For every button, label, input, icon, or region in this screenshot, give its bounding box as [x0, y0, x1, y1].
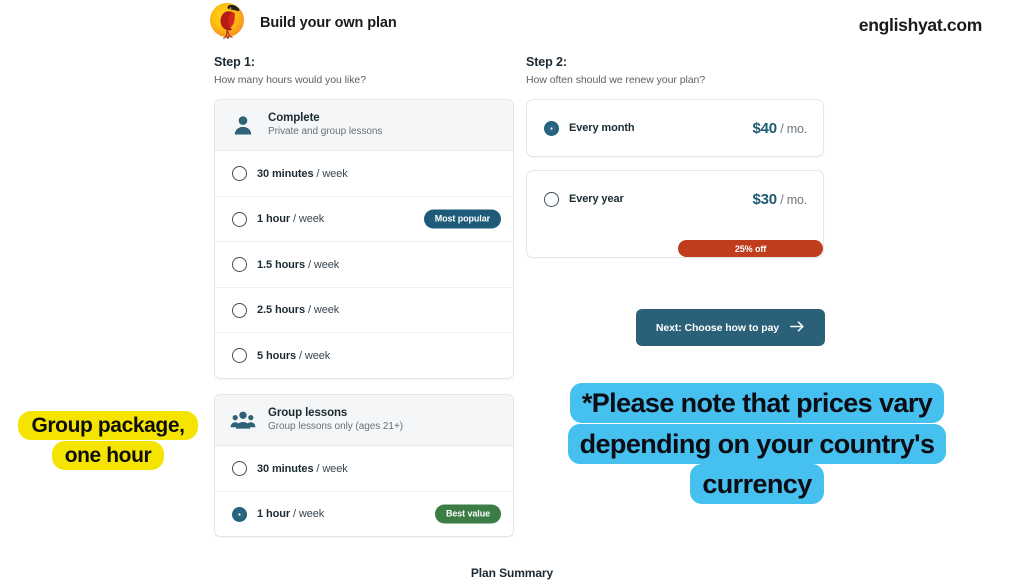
option-label: 1 hour / week: [257, 508, 325, 520]
annotation-blue-note: *Please note that prices vary depending …: [551, 383, 963, 505]
option-row-complete-30min[interactable]: 30 minutes / week: [215, 151, 513, 197]
package-header-group-lessons: Group lessons Group lessons only (ages 2…: [215, 394, 513, 447]
radio-complete-5hours[interactable]: [232, 348, 247, 364]
option-row-group-1hour[interactable]: 1 hour / week Best value: [215, 492, 513, 536]
annotation-blue-text: *Please note that prices vary depending …: [567, 383, 947, 504]
badge-most-popular: Most popular: [423, 209, 501, 229]
radio-complete-30min[interactable]: [232, 166, 247, 182]
radio-complete-2-5hours[interactable]: [232, 302, 247, 318]
radio-group-1hour[interactable]: [232, 506, 247, 522]
option-label: 5 hours / week: [257, 349, 331, 362]
billing-label: Every year: [569, 193, 624, 205]
arrow-right-icon: [790, 320, 805, 335]
radio-every-month[interactable]: [544, 120, 559, 136]
plan-summary-heading: Plan Summary: [470, 566, 554, 580]
next-choose-how-to-pay-button[interactable]: Next: Choose how to pay: [636, 309, 825, 346]
billing-price: $40 / mo.: [752, 119, 807, 137]
option-row-group-30min[interactable]: 30 minutes / week: [215, 446, 513, 492]
billing-card-every-month[interactable]: Every month $40 / mo.: [526, 99, 824, 157]
billing-price: $30 / mo.: [752, 190, 807, 208]
package-name: Group lessons: [268, 406, 348, 419]
brand-title: Build your own plan: [260, 15, 397, 31]
option-label: 30 minutes / week: [257, 462, 348, 475]
bird-logo-icon: [207, 2, 249, 44]
option-row-complete-2-5hours[interactable]: 2.5 hours / week: [215, 288, 513, 334]
option-row-complete-5hours[interactable]: 5 hours / week: [215, 333, 513, 378]
step1-title: Step 1:: [214, 55, 255, 69]
next-button-label: Next: Choose how to pay: [655, 321, 780, 334]
option-label: 30 minutes / week: [257, 167, 348, 180]
option-label: 1.5 hours / week: [257, 258, 340, 271]
step1-column: Step 1: How many hours would you like? C…: [214, 55, 514, 538]
package-card-group-lessons: Group lessons Group lessons only (ages 2…: [214, 393, 514, 538]
package-description: Group lessons only (ages 21+): [268, 421, 404, 433]
group-people-icon: [230, 410, 256, 430]
billing-label: Every month: [569, 122, 635, 134]
option-row-complete-1-5hours[interactable]: 1.5 hours / week: [215, 242, 513, 288]
step2-subtitle: How often should we renew your plan?: [526, 74, 706, 86]
option-row-complete-1hour[interactable]: 1 hour / week Most popular: [215, 197, 513, 243]
person-icon: [230, 115, 256, 135]
package-name: Complete: [268, 112, 320, 124]
radio-every-year[interactable]: [544, 191, 559, 207]
annotation-yellow-text: Group package, one hour: [18, 411, 198, 471]
annotation-yellow-note: Group package, one hour: [18, 411, 198, 472]
step1-subtitle: How many hours would you like?: [214, 74, 366, 86]
radio-complete-1-5hours[interactable]: [232, 257, 247, 273]
badge-best-value: Best value: [434, 504, 501, 524]
option-label: 2.5 hours / week: [257, 304, 340, 317]
package-description: Private and group lessons: [268, 126, 383, 138]
radio-complete-1hour[interactable]: [232, 211, 247, 227]
step2-title: Step 2:: [526, 55, 567, 69]
discount-badge-25-off: 25% off: [678, 240, 823, 257]
radio-group-30min[interactable]: [232, 461, 247, 476]
package-card-complete: Complete Private and group lessons 30 mi…: [214, 99, 514, 379]
watermark-englishyat: englishyat.com: [858, 15, 983, 35]
option-label: 1 hour / week: [257, 213, 325, 226]
brand-header: Build your own plan: [207, 2, 397, 44]
billing-card-every-year[interactable]: Every year $30 / mo. 25% off: [526, 170, 824, 258]
package-header-complete: Complete Private and group lessons: [215, 100, 513, 152]
step2-column: Step 2: How often should we renew your p…: [526, 55, 824, 258]
